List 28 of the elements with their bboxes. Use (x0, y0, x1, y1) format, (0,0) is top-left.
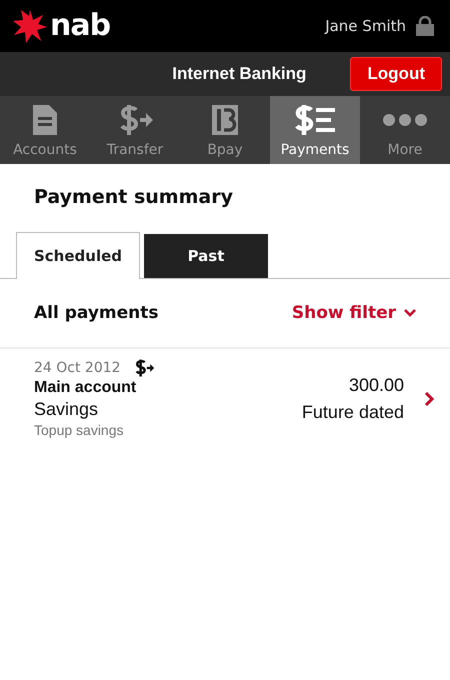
logout-button[interactable]: Logout (350, 57, 442, 91)
tab[interactable]: Past (144, 234, 268, 278)
payment-status: Future dated (302, 402, 404, 422)
chevron-down-icon (404, 309, 416, 317)
nav-tab[interactable]: Accounts (0, 96, 90, 164)
more-icon (383, 114, 427, 126)
user-name: Jane Smith (325, 17, 406, 35)
logo-text: nab (50, 11, 110, 41)
nav-tab[interactable]: More (360, 96, 450, 164)
from-account: Main account (34, 379, 138, 397)
lock-icon[interactable] (416, 16, 434, 36)
dollar-list-icon (294, 104, 336, 136)
page-title: Payment summary (33, 185, 234, 208)
tab[interactable]: Scheduled (16, 232, 140, 279)
section-label: All payments (34, 303, 159, 323)
star-icon (12, 9, 48, 43)
nav-tab[interactable]: Bpay (180, 96, 270, 164)
payment-date: 24 Oct 2012 (34, 360, 121, 376)
bpay-icon (211, 104, 239, 136)
app-title: Internet Banking (172, 64, 306, 84)
payment-description: Topup savings (34, 422, 125, 438)
nav-tab[interactable]: Transfer (90, 96, 180, 164)
document-icon (31, 104, 59, 136)
to-account: Savings (34, 399, 100, 420)
chevron-right-icon[interactable] (424, 392, 434, 406)
show-filter-link[interactable]: Show filter (292, 303, 416, 323)
nav-tab[interactable]: Payments (270, 96, 360, 164)
payment-amount: 300.00 (348, 374, 404, 396)
